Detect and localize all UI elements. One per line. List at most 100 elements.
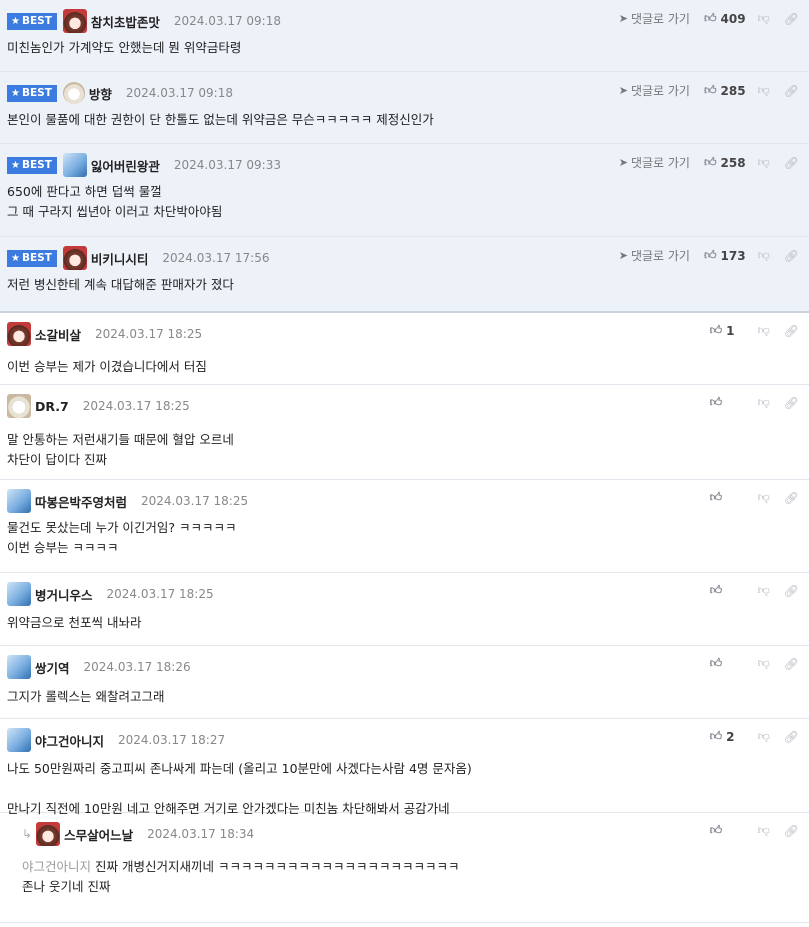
like-button[interactable]: 👍︎ bbox=[710, 583, 746, 598]
star-icon: ★ bbox=[11, 252, 20, 264]
nickname[interactable]: DR.7 bbox=[35, 399, 69, 414]
like-button[interactable]: 👍︎ 409 bbox=[704, 11, 746, 26]
mention-link[interactable]: 야그건아니지 bbox=[22, 859, 91, 874]
comment-header: 소갈비살 2024.03.17 18:25 bbox=[7, 322, 202, 346]
thumbs-up-icon: 👍︎ bbox=[703, 248, 717, 262]
comment-line: 물건도 못샀는데 누가 이긴거임? ㅋㅋㅋㅋㅋ bbox=[7, 518, 237, 538]
go-to-reply-link[interactable]: ➤ 댓글로 가기 bbox=[619, 154, 690, 171]
timestamp: 2024.03.17 18:25 bbox=[95, 327, 203, 341]
nickname[interactable]: 소갈비살 bbox=[35, 325, 81, 344]
nickname[interactable]: 따봉은박주영처럼 bbox=[35, 492, 127, 511]
nickname[interactable]: 야그건아니지 bbox=[35, 731, 104, 750]
like-button[interactable]: 👍︎ bbox=[710, 823, 746, 838]
nickname[interactable]: 쌍기역 bbox=[35, 658, 70, 677]
nickname[interactable]: 스무살어느날 bbox=[64, 825, 133, 844]
send-arrow-icon: ➤ bbox=[618, 12, 628, 25]
avatar[interactable] bbox=[7, 728, 31, 752]
thumbs-down-icon[interactable]: 👎︎ bbox=[758, 155, 770, 170]
link-icon[interactable]: 🔗︎ bbox=[784, 84, 799, 98]
like-button[interactable]: 👍︎ 258 bbox=[704, 155, 746, 170]
send-arrow-icon: ➤ bbox=[618, 84, 628, 97]
like-button[interactable]: 👍︎ 285 bbox=[704, 83, 746, 98]
link-icon[interactable]: 🔗︎ bbox=[784, 824, 799, 838]
go-to-reply-link[interactable]: ➤ 댓글로 가기 bbox=[619, 82, 690, 99]
link-icon[interactable]: 🔗︎ bbox=[784, 324, 799, 338]
best-badge-label: BEST bbox=[21, 159, 52, 171]
nickname[interactable]: 잃어버린왕관 bbox=[91, 156, 160, 175]
like-count: 173 bbox=[720, 248, 746, 263]
comment: 병거니우스 2024.03.17 18:25 👍︎ 👎︎ 🔗︎ 위약금으로 천포씩 내놔라 bbox=[0, 573, 809, 646]
comment-actions: 👍︎ 1 👎︎ 🔗︎ bbox=[710, 323, 799, 338]
thumbs-down-icon[interactable]: 👎︎ bbox=[758, 583, 770, 598]
go-to-reply-link[interactable]: ➤ 댓글로 가기 bbox=[619, 247, 690, 264]
comment-actions: 👍︎ 👎︎ 🔗︎ bbox=[710, 823, 799, 838]
comment: 야그건아니지 2024.03.17 18:27 👍︎ 2 👎︎ 🔗︎ 나도 50만원짜리 중… bbox=[0, 719, 809, 816]
thumbs-down-icon[interactable]: 👎︎ bbox=[758, 823, 770, 838]
avatar[interactable] bbox=[62, 9, 87, 33]
link-icon[interactable]: 🔗︎ bbox=[784, 584, 799, 598]
like-button[interactable]: 👍︎ 1 bbox=[710, 323, 746, 338]
comment-text: 존나 웃기네 진짜 bbox=[22, 879, 111, 894]
send-arrow-icon: ➤ bbox=[618, 156, 628, 169]
avatar[interactable] bbox=[62, 246, 87, 270]
like-button[interactable]: 👍︎ 2 bbox=[710, 729, 746, 744]
comment-header: ★ BEST 비키니시티 2024.03.17 17:56 bbox=[7, 246, 270, 270]
nickname[interactable]: 참치초밥존맛 bbox=[91, 12, 160, 31]
comment-header: 쌍기역 2024.03.17 18:26 bbox=[7, 655, 191, 679]
thumbs-down-icon[interactable]: 👎︎ bbox=[758, 395, 770, 410]
comment-body: 이번 승부는 제가 이겼습니다에서 터짐 bbox=[7, 357, 207, 377]
comment-line: 그 때 구라지 씹년아 이러고 차단박아야됨 bbox=[7, 202, 222, 222]
like-count: 409 bbox=[720, 11, 746, 26]
comment: ↳ 스무살어느날 2024.03.17 18:34 👍︎ 👎︎ 🔗︎ 야그건아니지 진짜 개… bbox=[0, 813, 809, 923]
thumbs-down-icon[interactable]: 👎︎ bbox=[758, 490, 770, 505]
comment-line: 저런 병신한테 계속 대답해준 판매자가 졌다 bbox=[7, 275, 234, 295]
avatar[interactable] bbox=[7, 394, 31, 418]
thumbs-down-icon[interactable]: 👎︎ bbox=[758, 11, 770, 26]
avatar[interactable] bbox=[7, 582, 31, 606]
comment-text: 본인이 물품에 대한 권한이 단 한톨도 없는데 위약금은 무슨ㅋㅋㅋㅋㅋ 제정… bbox=[7, 112, 434, 127]
comment-text: 그지가 롤렉스는 왜찰려고그래 bbox=[7, 689, 165, 704]
like-button[interactable]: 👍︎ 173 bbox=[704, 248, 746, 263]
thumbs-up-icon: 👍︎ bbox=[703, 155, 717, 169]
like-button[interactable]: 👍︎ bbox=[710, 490, 746, 505]
comment: DR.7 2024.03.17 18:25 👍︎ 👎︎ 🔗︎ 말 안통하는 저런새기들 때… bbox=[0, 385, 809, 480]
nickname[interactable]: 병거니우스 bbox=[35, 585, 93, 604]
comment-actions: 👍︎ 👎︎ 🔗︎ bbox=[710, 656, 799, 671]
comment-line: 말 안통하는 저런새기들 때문에 혈압 오르네 bbox=[7, 430, 234, 450]
link-icon[interactable]: 🔗︎ bbox=[784, 12, 799, 26]
link-icon[interactable]: 🔗︎ bbox=[784, 730, 799, 744]
like-button[interactable]: 👍︎ bbox=[710, 656, 746, 671]
best-badge: ★ BEST bbox=[7, 156, 57, 174]
comment-header: 야그건아니지 2024.03.17 18:27 bbox=[7, 728, 225, 752]
thumbs-down-icon[interactable]: 👎︎ bbox=[758, 323, 770, 338]
nickname[interactable]: 비키니시티 bbox=[91, 249, 149, 268]
thumbs-down-icon[interactable]: 👎︎ bbox=[758, 656, 770, 671]
go-to-reply-link[interactable]: ➤ 댓글로 가기 bbox=[619, 10, 690, 27]
nickname[interactable]: 방향 bbox=[89, 84, 112, 103]
comment-list: ★ BEST 참치초밥존맛 2024.03.17 09:18 ➤ 댓글로 가기 👍︎ 409 👎… bbox=[0, 0, 809, 923]
like-button[interactable]: 👍︎ bbox=[710, 395, 746, 410]
comment-text: 차단이 답이다 진짜 bbox=[7, 452, 107, 467]
send-arrow-icon: ➤ bbox=[618, 249, 628, 262]
comment-line: 위약금으로 천포씩 내놔라 bbox=[7, 613, 141, 633]
comment-line: 그지가 롤렉스는 왜찰려고그래 bbox=[7, 687, 164, 707]
link-icon[interactable]: 🔗︎ bbox=[784, 249, 799, 263]
avatar[interactable] bbox=[62, 153, 87, 177]
avatar[interactable] bbox=[7, 322, 31, 346]
thumbs-down-icon[interactable]: 👎︎ bbox=[758, 83, 770, 98]
timestamp: 2024.03.17 09:33 bbox=[173, 158, 281, 172]
comment-text: 그 때 구라지 씹년아 이러고 차단박아야됨 bbox=[7, 204, 223, 219]
avatar[interactable] bbox=[62, 82, 85, 104]
avatar[interactable] bbox=[36, 822, 61, 846]
comment-text: 이번 승부는 제가 이겼습니다에서 터짐 bbox=[7, 359, 207, 374]
avatar[interactable] bbox=[7, 489, 31, 513]
avatar[interactable] bbox=[7, 655, 31, 679]
thumbs-down-icon[interactable]: 👎︎ bbox=[758, 248, 770, 263]
link-icon[interactable]: 🔗︎ bbox=[784, 657, 799, 671]
link-icon[interactable]: 🔗︎ bbox=[784, 156, 799, 170]
best-badge-label: BEST bbox=[21, 15, 52, 27]
timestamp: 2024.03.17 09:18 bbox=[173, 14, 281, 28]
thumbs-down-icon[interactable]: 👎︎ bbox=[758, 729, 770, 744]
link-icon[interactable]: 🔗︎ bbox=[784, 396, 799, 410]
link-icon[interactable]: 🔗︎ bbox=[784, 491, 799, 505]
